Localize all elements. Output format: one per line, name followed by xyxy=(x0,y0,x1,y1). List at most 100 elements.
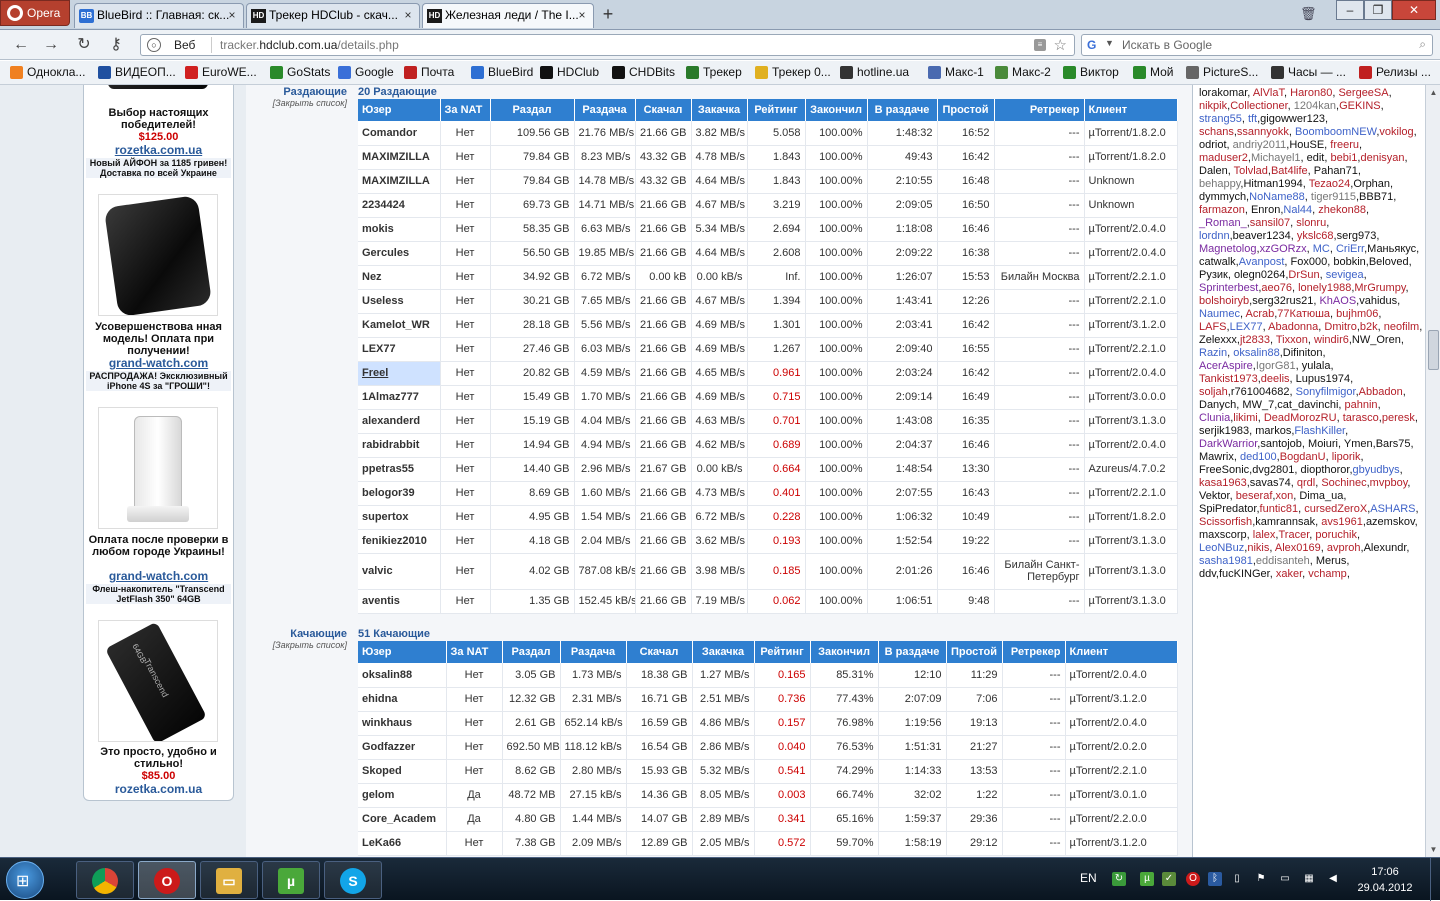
user-link[interactable]: LEX77 xyxy=(358,337,441,362)
online-user[interactable]: vchamp xyxy=(1308,568,1347,580)
online-user[interactable]: Razin xyxy=(1199,347,1227,359)
online-user[interactable]: mvpboy xyxy=(1370,477,1408,489)
opera-tray-icon[interactable]: O xyxy=(1186,872,1200,886)
online-user[interactable]: Alex0169 xyxy=(1275,542,1321,554)
user-link[interactable]: rabidrabbit xyxy=(358,433,441,458)
column-header[interactable]: Ретрекер xyxy=(994,99,1085,121)
online-user[interactable]: nikpik xyxy=(1199,100,1227,112)
address-bar[interactable]: ○ Веб tracker.hdclub.com.ua/details.php … xyxy=(140,34,1075,56)
user-link[interactable]: oksalin88 xyxy=(358,663,447,688)
column-header[interactable]: Закачка xyxy=(692,641,755,663)
online-user[interactable]: lonely1988 xyxy=(1298,282,1351,294)
online-user[interactable]: Clunia xyxy=(1199,412,1230,424)
bookmark-item[interactable]: EuroWE... xyxy=(185,65,257,79)
online-user[interactable]: windir6 xyxy=(1314,334,1349,346)
online-user[interactable]: _Roman_ xyxy=(1199,217,1247,229)
online-user[interactable]: cursedZeroX xyxy=(1304,503,1367,515)
column-header[interactable]: Юзер xyxy=(358,641,447,663)
column-header[interactable]: Простой xyxy=(937,99,995,121)
page-scrollbar[interactable]: ▲ ▼ xyxy=(1425,85,1440,857)
online-user[interactable]: Tankist1973 xyxy=(1199,373,1258,385)
online-user[interactable]: maduser2 xyxy=(1199,152,1248,164)
online-user[interactable]: ssannyokk xyxy=(1237,126,1289,138)
column-header[interactable]: Рейтинг xyxy=(747,99,806,121)
close-icon[interactable]: × xyxy=(401,8,415,22)
bookmark-item[interactable]: Макс-1 xyxy=(928,65,984,79)
online-user[interactable]: bolshoiryb xyxy=(1199,295,1249,307)
online-user[interactable]: Tezao24 xyxy=(1309,178,1351,190)
search-icon[interactable]: ⌕ xyxy=(1419,37,1426,52)
ad-link[interactable]: grand-watch.com xyxy=(84,569,233,583)
taskbar-opera[interactable]: O xyxy=(138,861,196,899)
ad-link[interactable]: rozetka.com.ua xyxy=(84,782,233,796)
online-user[interactable]: MrGrumpy xyxy=(1354,282,1405,294)
address-url[interactable]: tracker.hdclub.com.ua/details.php xyxy=(220,38,399,52)
online-user[interactable]: IgorG81 xyxy=(1256,360,1296,372)
online-user[interactable]: nikis xyxy=(1247,542,1269,554)
taskbar-explorer[interactable]: ▭ xyxy=(200,861,258,899)
online-user[interactable]: poruchik xyxy=(1315,529,1357,541)
column-header[interactable]: Рейтинг xyxy=(754,641,811,663)
online-user[interactable]: tft xyxy=(1248,113,1257,125)
user-link[interactable]: Godfazzer xyxy=(358,735,447,760)
user-link[interactable]: Nez xyxy=(358,265,441,290)
tab-iron-lady[interactable]: HD Железная леди / The I... × xyxy=(422,3,594,28)
bookmark-item[interactable]: Мой xyxy=(1133,65,1174,79)
column-header[interactable]: Закончил xyxy=(810,641,879,663)
column-header[interactable]: Клиент xyxy=(1065,641,1178,663)
ad-link[interactable]: rozetka.com.ua xyxy=(84,143,233,157)
bookmark-item[interactable]: Часы — ... xyxy=(1271,65,1346,79)
user-link[interactable]: Core_Academ xyxy=(358,807,447,832)
product-image[interactable]: Transcend 64GB xyxy=(98,620,218,742)
seeders-close-link[interactable]: [Закрыть список] xyxy=(247,98,347,108)
online-user[interactable]: andriy2011 xyxy=(1233,139,1287,151)
online-user[interactable]: ASHARS xyxy=(1370,503,1415,515)
online-user[interactable]: Tracer xyxy=(1278,529,1309,541)
show-desktop-button[interactable] xyxy=(1430,858,1440,901)
online-user[interactable]: deelis xyxy=(1261,373,1290,385)
online-user[interactable]: behappy xyxy=(1199,178,1240,190)
volume-icon[interactable]: ◀ xyxy=(1326,872,1340,886)
rss-icon[interactable]: ≡ xyxy=(1034,39,1046,51)
online-user[interactable]: freeru xyxy=(1330,139,1359,151)
column-header[interactable]: За NAT xyxy=(440,99,491,121)
column-header[interactable]: Закончил xyxy=(805,99,868,121)
window-close-button[interactable]: ✕ xyxy=(1392,0,1436,20)
online-user[interactable]: GEKINS xyxy=(1339,100,1381,112)
online-user[interactable]: LAFS xyxy=(1199,321,1227,333)
online-user[interactable]: Abadonna xyxy=(1268,321,1318,333)
forward-button[interactable]: → xyxy=(40,35,62,55)
online-user[interactable]: NoName88 xyxy=(1249,191,1305,203)
user-link[interactable]: mokis xyxy=(358,217,441,242)
bookmark-item[interactable]: GoStats xyxy=(270,65,330,79)
user-link[interactable]: LeKa66 xyxy=(358,831,447,856)
online-user[interactable]: sevigea xyxy=(1326,269,1364,281)
user-link[interactable]: aventis xyxy=(358,589,441,614)
close-icon[interactable]: × xyxy=(575,8,589,22)
column-header[interactable]: В раздаче xyxy=(878,641,947,663)
online-user[interactable]: tarasco xyxy=(1343,412,1379,424)
product-image[interactable] xyxy=(98,85,218,99)
online-user[interactable]: Naumec xyxy=(1199,308,1240,320)
online-user[interactable]: KhAOS xyxy=(1319,295,1356,307)
bookmark-item[interactable]: Почта xyxy=(404,65,454,79)
bookmark-item[interactable]: ВИДЕОП... xyxy=(98,65,176,79)
online-user[interactable]: Tixxon xyxy=(1276,334,1308,346)
column-header[interactable]: Скачал xyxy=(635,99,692,121)
online-user[interactable]: BoomboomNEW xyxy=(1295,126,1376,138)
online-user[interactable]: neofilm xyxy=(1384,321,1419,333)
online-user[interactable]: AcerAspire xyxy=(1199,360,1253,372)
online-user[interactable]: kasa1963 xyxy=(1199,477,1247,489)
online-user[interactable]: Sonyfilmigor xyxy=(1296,386,1356,398)
online-user[interactable]: AlVlaT xyxy=(1253,87,1284,99)
user-link[interactable]: belogor39 xyxy=(358,481,441,506)
chevron-down-icon[interactable]: ▼ xyxy=(1105,38,1114,48)
column-header[interactable]: Раздал xyxy=(502,641,561,663)
column-header[interactable]: Раздача xyxy=(560,641,627,663)
ad-subtitle[interactable]: Новый АЙФОН за 1185 гривен! Доставка по … xyxy=(86,158,231,178)
online-user[interactable]: DrSun xyxy=(1288,269,1319,281)
bookmark-item[interactable]: hotline.ua xyxy=(840,65,909,79)
device-icon[interactable]: ▯ xyxy=(1230,872,1244,886)
bookmark-item[interactable]: BlueBird xyxy=(471,65,533,79)
online-user[interactable]: lalex xyxy=(1253,529,1276,541)
